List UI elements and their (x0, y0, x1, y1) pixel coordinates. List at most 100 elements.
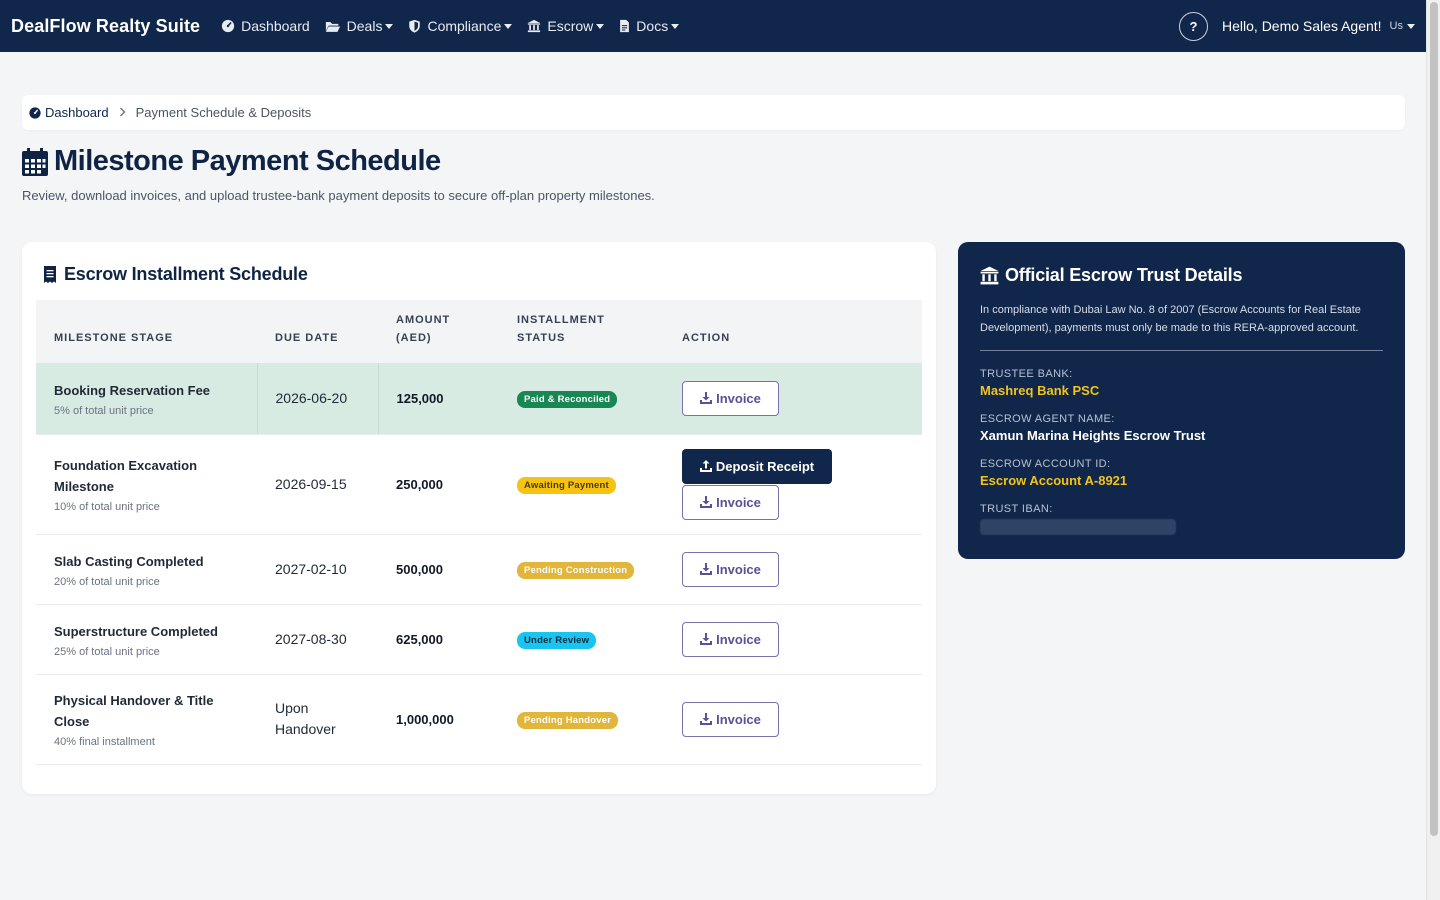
due-date: 2027-02-10 (275, 560, 347, 577)
nav-right: ? Hello, Demo Sales Agent! Us (1179, 11, 1415, 41)
divider (980, 350, 1383, 351)
status-badge: Under Review (517, 631, 597, 649)
amount-cell: 625,000 (378, 604, 499, 675)
invoice-button[interactable]: Invoice (682, 701, 779, 737)
nav-compliance[interactable]: Compliance (408, 18, 513, 34)
escrow-account-label: ESCROW ACCOUNT ID: (980, 458, 1111, 470)
help-button[interactable]: ? (1179, 11, 1209, 41)
milestone-share: 20% of total unit price (54, 575, 160, 588)
deposit-receipt-button[interactable]: Deposit Receipt (682, 448, 832, 484)
milestone-share: 10% of total unit price (54, 501, 160, 513)
invoice-button[interactable]: Invoice (682, 621, 779, 657)
status-badge: Awaiting Payment (517, 476, 616, 494)
due-cell: 2027-02-10 (257, 534, 378, 605)
invoice-label: Invoice (716, 494, 761, 510)
amount: 250,000 (396, 477, 443, 492)
action-cell: Invoice (664, 604, 922, 675)
amount: 1,000,000 (396, 712, 454, 727)
milestone-name: Foundation Excavation Milestone (54, 458, 198, 494)
brand-logo[interactable]: DealFlow Realty Suite (11, 16, 200, 37)
user-greeting: Hello, Demo Sales Agent! (1222, 18, 1382, 34)
installment-table: Milestone Stage Due Date Amount (AED) Ins… (36, 300, 922, 765)
dashboard-icon (29, 106, 41, 119)
trustee-bank-label: TRUSTEE BANK: (980, 368, 1073, 380)
action-cell: Invoice (664, 674, 922, 765)
status-cell: Pending Handover (499, 674, 664, 765)
chevron-down-icon (671, 23, 680, 29)
breadcrumb-current: Payment Schedule & Deposits (135, 105, 312, 120)
table-row: Foundation Excavation Milestone 10% of t… (36, 434, 922, 535)
nav-deals[interactable]: Deals (325, 18, 394, 34)
nav-dashboard[interactable]: Dashboard (221, 18, 310, 34)
invoice-button[interactable]: Invoice (682, 484, 779, 520)
milestone-share: 40% final installment (54, 736, 155, 748)
user-menu[interactable]: Us (1390, 20, 1415, 32)
table-row: Physical Handover & Title Close 40% fina… (36, 674, 922, 765)
breadcrumb-home-label: Dashboard (45, 105, 109, 120)
col-header-status: Installment Status (517, 314, 605, 344)
invoice-label: Invoice (716, 711, 761, 727)
due-date: Upon Handover (275, 700, 336, 737)
escrow-trust-card: Official Escrow Trust Details In complia… (958, 242, 1405, 559)
amount-cell: 1,000,000 (378, 674, 499, 765)
download-icon (700, 392, 713, 405)
milestone-name: Physical Handover & Title Close (54, 693, 214, 729)
due-date: 2026-06-20 (275, 389, 348, 406)
bank-icon (980, 266, 999, 285)
due-date: 2026-09-15 (275, 475, 347, 492)
receipt-icon (44, 266, 56, 283)
table-row: Superstructure Completed 25% of total un… (36, 604, 922, 675)
nav-docs[interactable]: Docs (619, 18, 680, 34)
breadcrumb-home[interactable]: Dashboard (29, 105, 109, 120)
due-cell: 2026-06-20 (257, 363, 379, 435)
invoice-label: Invoice (716, 390, 761, 406)
action-cell: Invoice (664, 363, 922, 435)
escrow-card-title-text: Official Escrow Trust Details (1005, 265, 1243, 285)
installment-schedule-card: Escrow Installment Schedule Milestone St… (22, 242, 936, 794)
status-cell: Awaiting Payment (499, 434, 664, 535)
download-icon (700, 496, 713, 508)
milestone-share: 5% of total unit price (54, 404, 154, 417)
milestone-name: Booking Reservation Fee (54, 382, 211, 398)
invoice-button[interactable]: Invoice (682, 380, 779, 416)
col-header-due: Due Date (275, 332, 339, 344)
milestone-name: Superstructure Completed (54, 623, 218, 639)
nav-escrow[interactable]: Escrow (527, 18, 605, 34)
calendar-icon (22, 147, 48, 176)
status-badge: Paid & Reconciled (517, 390, 618, 408)
amount-cell: 250,000 (378, 434, 499, 535)
amount: 500,000 (396, 562, 443, 577)
due-date: 2027-08-30 (275, 630, 347, 647)
amount-cell: 125,000 (378, 363, 499, 435)
chevron-down-icon (385, 23, 394, 29)
compliance-note: In compliance with Dubai Law No. 8 of 20… (980, 304, 1361, 334)
invoice-button[interactable]: Invoice (682, 551, 779, 587)
milestone-cell: Foundation Excavation Milestone 10% of t… (36, 434, 257, 535)
chevron-down-icon (596, 23, 605, 29)
status-badge: Pending Construction (517, 561, 635, 579)
trust-iban-label: TRUST IBAN: (980, 503, 1053, 515)
milestone-name: Slab Casting Completed (54, 553, 204, 569)
deposit-receipt-label: Deposit Receipt (715, 458, 815, 474)
col-header-amount: Amount (AED) (396, 314, 451, 344)
nav-docs-label: Docs (636, 18, 669, 34)
file-icon (620, 19, 630, 33)
page-scrollbar[interactable] (1426, 0, 1440, 900)
scrollbar-thumb[interactable] (1430, 2, 1438, 836)
trust-iban-redacted (980, 519, 1176, 535)
amount: 125,000 (396, 391, 444, 407)
top-navbar: DealFlow Realty Suite Dashboard Deals Co… (0, 0, 1426, 52)
due-cell: Upon Handover (257, 674, 378, 765)
page-subtitle: Review, download invoices, and upload tr… (22, 188, 655, 203)
page-title: Milestone Payment Schedule (22, 145, 441, 178)
dashboard-icon (222, 19, 235, 33)
schedule-card-title-text: Escrow Installment Schedule (64, 264, 308, 284)
avatar: Us (1389, 20, 1403, 32)
download-icon (700, 633, 713, 645)
status-cell: Paid & Reconciled (499, 363, 664, 435)
milestone-share: 25% of total unit price (54, 645, 160, 658)
escrow-agent-value: Xamun Marina Heights Escrow Trust (980, 428, 1206, 443)
nav-dashboard-label: Dashboard (241, 18, 310, 34)
amount-cell: 500,000 (378, 534, 499, 605)
chevron-down-icon (504, 23, 513, 29)
